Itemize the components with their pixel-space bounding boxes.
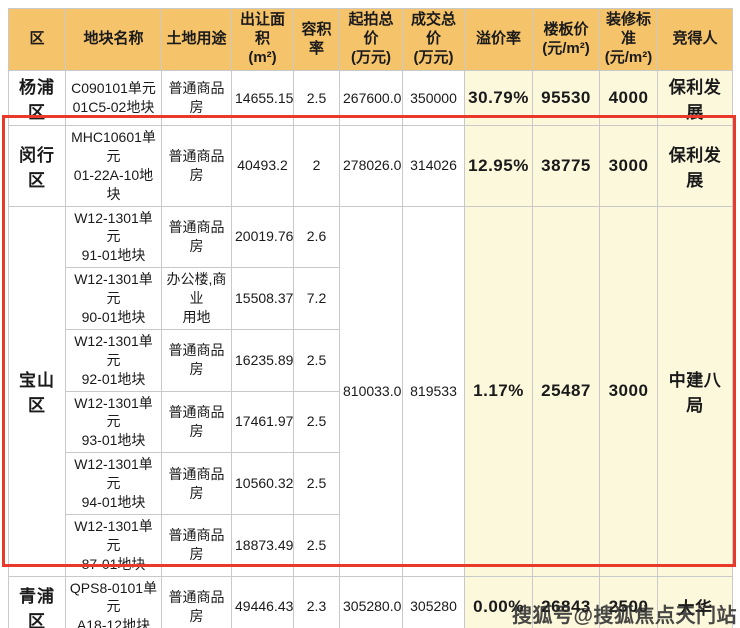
area-cell: 10560.32 bbox=[232, 453, 294, 515]
table-row-qingpu: 青浦区 QPS8-0101单元 A18-12地块 普通商品房 49446.43 … bbox=[9, 576, 733, 628]
plot-name-cell: MHC10601单元 01-22A-10地块 bbox=[66, 126, 162, 207]
land-use-cell: 普通商品房 bbox=[162, 329, 232, 391]
plot-name-cell: W12-1301单元 87-01地块 bbox=[66, 514, 162, 576]
far-cell: 7.2 bbox=[294, 268, 340, 330]
table-row-yangpu: 杨浦区 C090101单元 01C5-02地块 普通商品房 14655.15 2… bbox=[9, 71, 733, 126]
col-header-far: 容积率 bbox=[294, 9, 340, 71]
premium-rate-cell: 30.79% bbox=[465, 71, 533, 126]
far-cell: 2.5 bbox=[294, 514, 340, 576]
col-header-plot-name: 地块名称 bbox=[66, 9, 162, 71]
area-cell: 17461.97 bbox=[232, 391, 294, 453]
decoration-cell: 3000 bbox=[600, 126, 658, 207]
col-header-decoration: 装修标准(元/m²) bbox=[600, 9, 658, 71]
premium-rate-cell: 1.17% bbox=[465, 206, 533, 576]
area-cell: 14655.15 bbox=[232, 71, 294, 126]
winner-cell: 保利发展 bbox=[658, 71, 733, 126]
far-cell: 2.3 bbox=[294, 576, 340, 628]
floor-price-cell: 95530 bbox=[533, 71, 600, 126]
far-cell: 2 bbox=[294, 126, 340, 207]
far-cell: 2.5 bbox=[294, 391, 340, 453]
plot-name-cell: C090101单元 01C5-02地块 bbox=[66, 71, 162, 126]
deal-price-cell: 305280 bbox=[403, 576, 465, 628]
area-cell: 20019.76 bbox=[232, 206, 294, 268]
col-header-start-price: 起拍总价(万元) bbox=[340, 9, 403, 71]
decoration-cell: 3000 bbox=[600, 206, 658, 576]
winner-cell: 大华 bbox=[658, 576, 733, 628]
col-header-floor-price: 楼板价(元/m²) bbox=[533, 9, 600, 71]
col-header-winner: 竞得人 bbox=[658, 9, 733, 71]
area-cell: 16235.89 bbox=[232, 329, 294, 391]
land-use-cell: 普通商品房 bbox=[162, 453, 232, 515]
start-price-cell: 278026.0 bbox=[340, 126, 403, 207]
land-auction-table: 区 地块名称 土地用途 出让面积(m²) 容积率 起拍总价(万元) 成交总价(万… bbox=[8, 8, 733, 628]
col-header-area: 出让面积(m²) bbox=[232, 9, 294, 71]
land-use-cell: 普通商品房 bbox=[162, 71, 232, 126]
deal-price-cell: 819533 bbox=[403, 206, 465, 576]
land-use-cell: 普通商品房 bbox=[162, 206, 232, 268]
col-header-deal-price: 成交总价(万元) bbox=[403, 9, 465, 71]
floor-price-cell: 38775 bbox=[533, 126, 600, 207]
winner-cell: 中建八局 bbox=[658, 206, 733, 576]
deal-price-cell: 350000 bbox=[403, 71, 465, 126]
table-row-baoshan-1: 宝山区 W12-1301单元 91-01地块 普通商品房 20019.76 2.… bbox=[9, 206, 733, 268]
area-cell: 18873.49 bbox=[232, 514, 294, 576]
land-use-cell: 普通商品房 bbox=[162, 514, 232, 576]
land-use-cell: 办公楼,商业 用地 bbox=[162, 268, 232, 330]
far-cell: 2.5 bbox=[294, 71, 340, 126]
land-use-cell: 普通商品房 bbox=[162, 126, 232, 207]
decoration-cell: 2500 bbox=[600, 576, 658, 628]
far-cell: 2.6 bbox=[294, 206, 340, 268]
land-use-cell: 普通商品房 bbox=[162, 391, 232, 453]
table-row-minhang: 闵行区 MHC10601单元 01-22A-10地块 普通商品房 40493.2… bbox=[9, 126, 733, 207]
district-cell: 宝山区 bbox=[9, 206, 66, 576]
floor-price-cell: 25487 bbox=[533, 206, 600, 576]
far-cell: 2.5 bbox=[294, 453, 340, 515]
winner-cell: 保利发展 bbox=[658, 126, 733, 207]
premium-rate-cell: 12.95% bbox=[465, 126, 533, 207]
district-cell: 青浦区 bbox=[9, 576, 66, 628]
plot-name-cell: W12-1301单元 93-01地块 bbox=[66, 391, 162, 453]
table-header-row: 区 地块名称 土地用途 出让面积(m²) 容积率 起拍总价(万元) 成交总价(万… bbox=[9, 9, 733, 71]
plot-name-cell: W12-1301单元 92-01地块 bbox=[66, 329, 162, 391]
area-cell: 15508.37 bbox=[232, 268, 294, 330]
plot-name-cell: QPS8-0101单元 A18-12地块 bbox=[66, 576, 162, 628]
plot-name-cell: W12-1301单元 94-01地块 bbox=[66, 453, 162, 515]
plot-name-cell: W12-1301单元 90-01地块 bbox=[66, 268, 162, 330]
district-cell: 闵行区 bbox=[9, 126, 66, 207]
col-header-premium-rate: 溢价率 bbox=[465, 9, 533, 71]
start-price-cell: 305280.0 bbox=[340, 576, 403, 628]
premium-rate-cell: 0.00% bbox=[465, 576, 533, 628]
land-auction-screenshot: 区 地块名称 土地用途 出让面积(m²) 容积率 起拍总价(万元) 成交总价(万… bbox=[0, 0, 740, 628]
start-price-cell: 810033.0 bbox=[340, 206, 403, 576]
district-cell: 杨浦区 bbox=[9, 71, 66, 126]
col-header-district: 区 bbox=[9, 9, 66, 71]
area-cell: 49446.43 bbox=[232, 576, 294, 628]
col-header-land-use: 土地用途 bbox=[162, 9, 232, 71]
deal-price-cell: 314026 bbox=[403, 126, 465, 207]
floor-price-cell: 26843 bbox=[533, 576, 600, 628]
area-cell: 40493.2 bbox=[232, 126, 294, 207]
decoration-cell: 4000 bbox=[600, 71, 658, 126]
plot-name-cell: W12-1301单元 91-01地块 bbox=[66, 206, 162, 268]
far-cell: 2.5 bbox=[294, 329, 340, 391]
land-use-cell: 普通商品房 bbox=[162, 576, 232, 628]
start-price-cell: 267600.0 bbox=[340, 71, 403, 126]
